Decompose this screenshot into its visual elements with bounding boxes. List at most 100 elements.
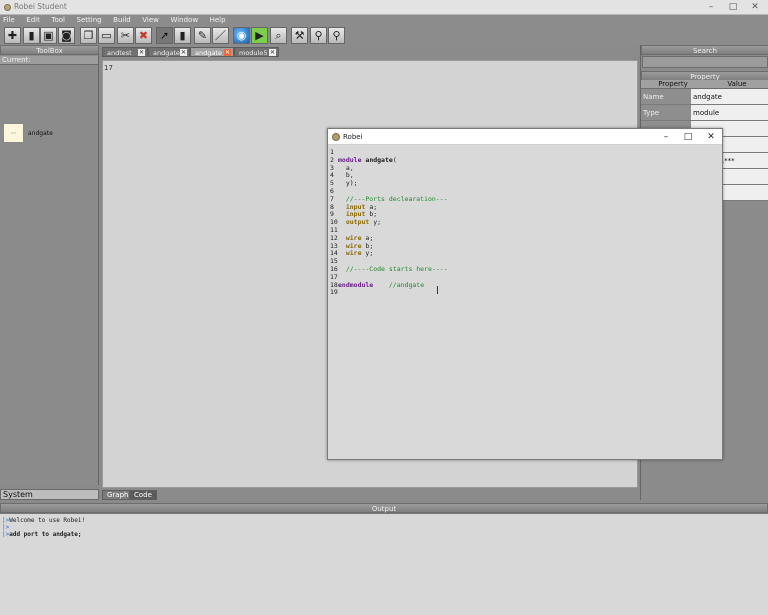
search-input[interactable] — [642, 56, 768, 68]
save-all-icon[interactable]: ◙ — [58, 27, 75, 44]
close-icon[interactable]: ✕ — [138, 49, 145, 56]
property-value[interactable]: andgate — [691, 89, 768, 104]
code-line[interactable]: 11 — [330, 226, 720, 235]
toolbox-panel: ToolBox Current: ▭▭ andgate — [0, 45, 99, 485]
menu-file[interactable]: File — [3, 15, 15, 25]
open-icon[interactable]: ▮ — [23, 27, 40, 44]
close-icon[interactable]: ✕ — [224, 49, 231, 56]
minimize-button[interactable]: – — [700, 1, 722, 13]
new-icon[interactable]: ✚ — [4, 27, 21, 44]
cut-icon[interactable]: ✂ — [117, 27, 134, 44]
close-icon[interactable]: ✕ — [180, 49, 187, 56]
menu-window[interactable]: Window — [170, 15, 198, 25]
menu-view[interactable]: View — [142, 15, 159, 25]
menu-bar: File Edit Tool Setting Build View Window… — [0, 15, 768, 25]
component-thumbnail[interactable]: ▭▭ — [3, 123, 24, 143]
code-line[interactable]: 13 wire b; — [330, 242, 720, 251]
save-icon[interactable]: ▣ — [40, 27, 57, 44]
pin-icon[interactable]: ⚲ — [328, 27, 345, 44]
code-line[interactable]: 4 b, — [330, 171, 720, 180]
code-line[interactable]: 7 //---Ports declearation--- — [330, 194, 720, 204]
tab-andtest[interactable]: andtest ✕ — [102, 47, 148, 57]
code-token: wire — [338, 233, 366, 242]
menu-build[interactable]: Build — [113, 15, 131, 25]
editor-tabs: andtest ✕ andgate ✕ andgate ✕ module5 ✕ — [102, 46, 638, 58]
app-title: Robei Student — [14, 2, 67, 11]
component-label[interactable]: andgate — [28, 130, 53, 137]
menu-tool[interactable]: Tool — [51, 15, 65, 25]
property-columns: Property Value — [641, 80, 768, 89]
property-row[interactable]: Name andgate — [641, 89, 768, 105]
code-token: output — [338, 218, 374, 227]
code-line[interactable]: 8 input a; — [330, 202, 720, 212]
tab-andgate[interactable]: andgate ✕ — [148, 47, 190, 57]
text-cursor-icon — [437, 286, 439, 294]
module-icon[interactable]: ▮ — [174, 27, 191, 44]
paste-icon[interactable]: ▭ — [98, 27, 115, 44]
code-token: a; — [369, 202, 378, 211]
property-row[interactable]: Type module — [641, 105, 768, 121]
output-line: |>Welcome to use Robei! — [2, 517, 766, 524]
close-button[interactable]: ✕ — [701, 131, 721, 143]
zoom-icon[interactable]: ⌕ — [270, 27, 287, 44]
property-key: Type — [641, 105, 691, 120]
app-icon — [4, 4, 11, 11]
dialog-titlebar[interactable]: Robei – □ ✕ — [328, 129, 722, 145]
code-line[interactable]: 14 wire y; — [330, 249, 720, 258]
code-line[interactable]: 12 wire a; — [330, 233, 720, 243]
output-text: Welcome to use Robei! — [9, 517, 86, 524]
code-line[interactable]: 9 input b; — [330, 210, 720, 219]
maximize-button[interactable]: □ — [678, 131, 698, 143]
tab-label: module5 — [239, 49, 268, 57]
output-header: Output — [0, 503, 768, 513]
brush-icon[interactable]: ✎ — [194, 27, 211, 44]
code-line[interactable]: 19 — [330, 289, 720, 297]
code-token: //---Ports declearation--- — [338, 194, 448, 203]
output-line: |> — [2, 524, 766, 531]
property-key: Name — [641, 89, 691, 104]
pointer-icon[interactable]: ➚ — [156, 27, 173, 44]
link-icon[interactable]: ⚲ — [310, 27, 327, 44]
tab-module5[interactable]: module5 ✕ — [234, 47, 279, 57]
system-tab[interactable]: System — [0, 489, 99, 500]
code-line[interactable]: 16 //----Code starts here---- — [330, 265, 720, 274]
code-token: input — [338, 202, 370, 211]
code-token: a; — [365, 233, 374, 242]
property-value[interactable]: module — [691, 105, 768, 120]
code-line[interactable]: 2 module andgate( — [330, 155, 720, 165]
code-token: y; — [373, 218, 382, 227]
code-token: andgate — [365, 155, 393, 164]
code-line[interactable]: 10 output y; — [330, 218, 720, 227]
delete-icon[interactable]: ✖ — [135, 27, 152, 44]
maximize-button[interactable]: □ — [722, 1, 744, 13]
minimize-button[interactable]: – — [656, 131, 676, 143]
code-editor[interactable]: 1 2 module andgate(3 a, 4 b, 5 y); 6 7 //---Po… — [330, 148, 720, 454]
code-token: module — [338, 155, 366, 164]
code-token: b; — [369, 210, 378, 219]
menu-edit[interactable]: Edit — [26, 15, 40, 25]
output-text: add port to andgate; — [9, 531, 82, 538]
globe-icon[interactable]: ◉ — [233, 27, 250, 44]
tab-label: andtest — [107, 49, 132, 57]
code-token: y; — [365, 249, 374, 258]
close-icon[interactable]: ✕ — [269, 49, 276, 56]
copy-icon[interactable]: ❐ — [80, 27, 97, 44]
tab-code[interactable]: Code — [129, 490, 157, 500]
code-line[interactable]: 3 a, — [330, 164, 720, 173]
run-icon[interactable]: ▶ — [251, 27, 268, 44]
dialog-title: Robei — [343, 133, 363, 141]
code-line[interactable]: 5 y); — [330, 179, 720, 188]
output-console[interactable]: |>Welcome to use Robei! |> |>add port to… — [0, 513, 768, 615]
tab-andgate-active[interactable]: andgate ✕ — [190, 47, 234, 57]
menu-help[interactable]: Help — [210, 15, 226, 25]
pen-icon[interactable]: ／ — [212, 27, 229, 44]
code-token: endmodule — [338, 280, 374, 289]
code-line[interactable]: 18endmodule //andgate — [330, 280, 720, 290]
code-token: wire — [338, 249, 366, 258]
wand-icon[interactable]: ⚒ — [291, 27, 308, 44]
tab-label: andgate — [195, 49, 222, 57]
current-label: Current: — [0, 56, 98, 65]
close-button[interactable]: ✕ — [744, 1, 766, 13]
menu-setting[interactable]: Setting — [77, 15, 102, 25]
